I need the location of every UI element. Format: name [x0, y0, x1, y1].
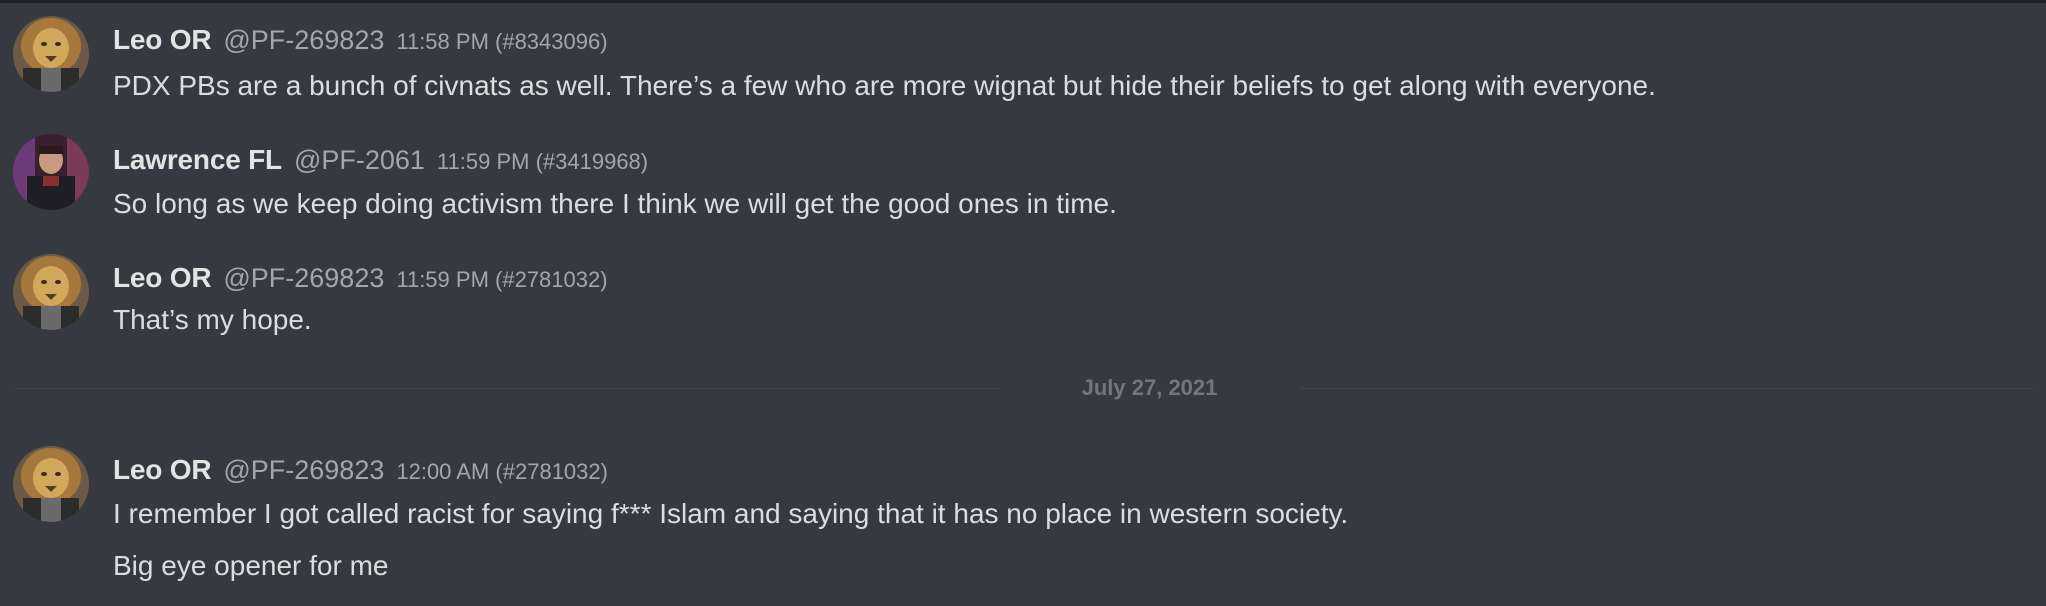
- message-text: So long as we keep doing activism there …: [113, 188, 1117, 219]
- top-border: [0, 0, 2046, 3]
- lion-avatar-icon[interactable]: [13, 254, 89, 330]
- user-handle: @PF-269823: [223, 263, 385, 293]
- username[interactable]: Leo OR: [113, 262, 212, 293]
- divider-line-left: [14, 388, 999, 389]
- divider-line-right: [1300, 388, 2034, 389]
- lion-avatar-icon[interactable]: [13, 446, 89, 522]
- message-text: Big eye opener for me: [113, 550, 389, 581]
- user-handle: @PF-269823: [223, 455, 385, 485]
- timestamp: 12:00 AM (#2781032): [396, 459, 608, 484]
- timestamp: 11:59 PM (#3419968): [436, 149, 649, 174]
- timestamp: 11:59 PM (#2781032): [396, 267, 608, 292]
- user-handle: @PF-2061: [293, 145, 425, 175]
- user-handle: @PF-269823: [223, 25, 385, 55]
- message-text: I remember I got called racist for sayin…: [113, 498, 1349, 529]
- date-divider: July 27, 2021: [14, 376, 2034, 400]
- message-text: PDX PBs are a bunch of civnats as well. …: [113, 70, 1656, 101]
- username[interactable]: Lawrence FL: [113, 144, 282, 175]
- message-text: That’s my hope.: [113, 304, 312, 335]
- divider-date: July 27, 2021: [1081, 375, 1218, 400]
- lion-avatar-icon[interactable]: [13, 16, 89, 92]
- username[interactable]: Leo OR: [113, 24, 212, 55]
- person-avatar-icon[interactable]: [13, 134, 89, 210]
- timestamp: 11:58 PM (#8343096): [396, 29, 608, 54]
- username[interactable]: Leo OR: [113, 454, 212, 485]
